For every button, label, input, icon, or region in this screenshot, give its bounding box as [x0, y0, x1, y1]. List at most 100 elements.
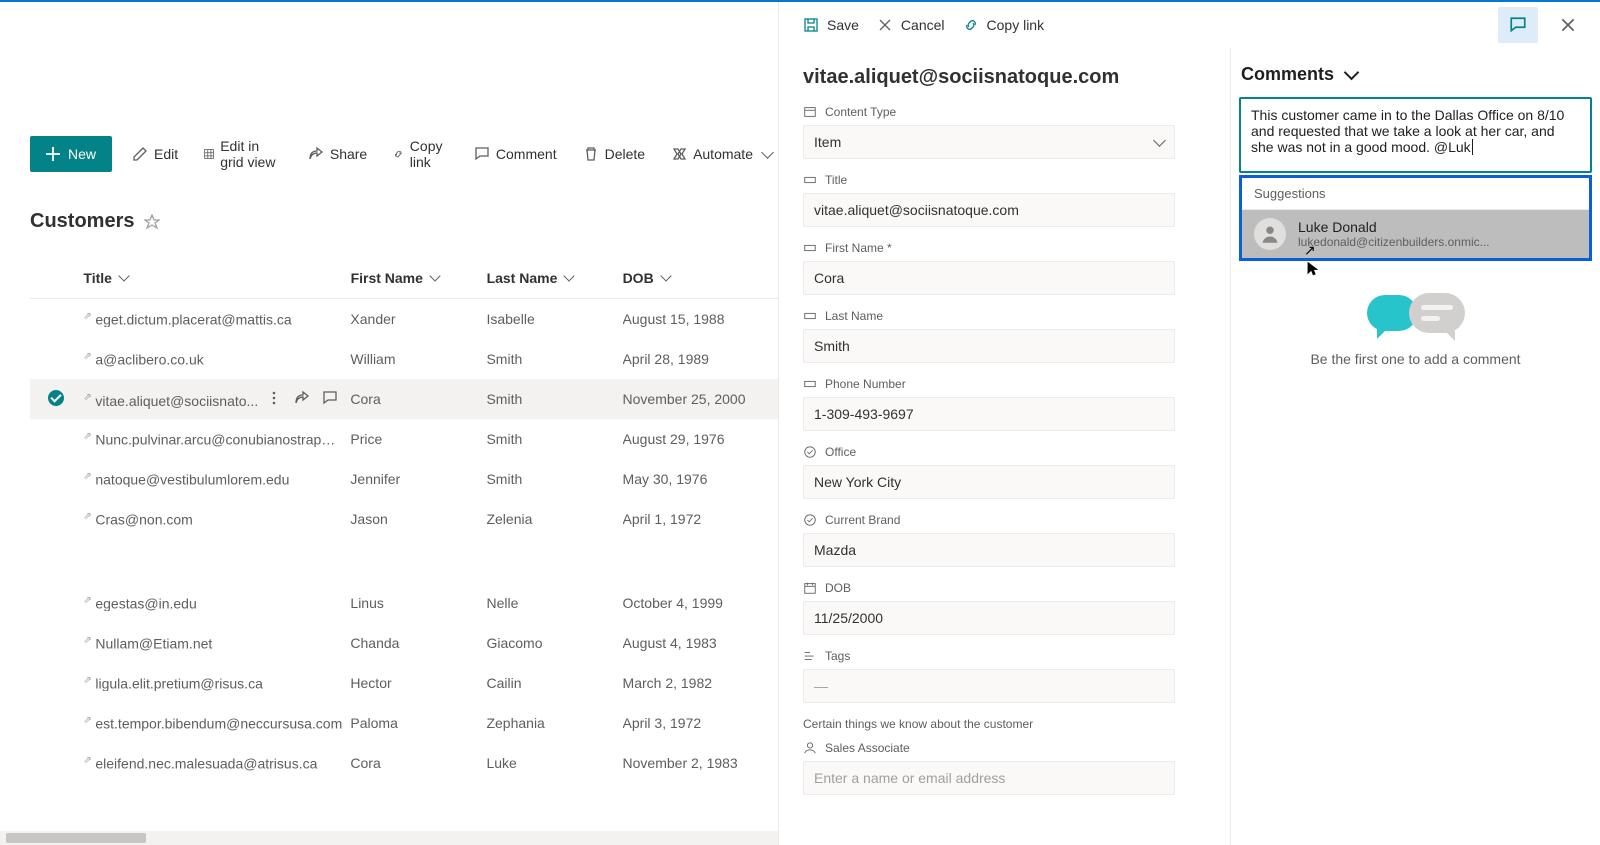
toggle-comments-button[interactable]: [1498, 7, 1538, 43]
row-dob: March 2, 1982: [623, 675, 778, 691]
grid-icon: [204, 146, 214, 162]
first-name-input[interactable]: Cora: [803, 261, 1175, 295]
tags-icon: [803, 649, 817, 663]
table-row[interactable]: ⇗eget.dictum.placerat@mattis.caXanderIsa…: [30, 299, 778, 339]
list-title: Customers: [30, 210, 134, 233]
copy-link-button[interactable]: Copy link: [387, 132, 454, 176]
table-row[interactable]: ⇗egestas@in.eduLinusNelleOctober 4, 1999: [30, 583, 778, 623]
panel-title: vitae.aliquet@sociisnatoque.com: [803, 66, 1196, 89]
table-row[interactable]: ⇗a@aclibero.co.ukWilliamSmithApril 28, 1…: [30, 339, 778, 379]
sales-assoc-input[interactable]: Enter a name or email address: [803, 761, 1175, 795]
more-icon[interactable]: [266, 390, 282, 406]
link-icon: [963, 17, 979, 33]
suggestions-label: Suggestions: [1242, 178, 1589, 210]
row-first-name: Jennifer: [350, 471, 486, 487]
comment-button[interactable]: Comment: [468, 140, 563, 168]
dob-input[interactable]: 11/25/2000: [803, 601, 1175, 635]
last-name-input[interactable]: Smith: [803, 329, 1175, 363]
brand-input[interactable]: Mazda: [803, 533, 1175, 567]
content-type-value: Item: [814, 134, 841, 150]
comments-heading[interactable]: Comments: [1239, 60, 1592, 97]
row-last-name: Smith: [486, 431, 622, 447]
delete-button[interactable]: Delete: [577, 140, 651, 168]
suggestion-item[interactable]: Luke Donald lukedonald@citizenbuilders.o…: [1242, 210, 1589, 258]
new-button[interactable]: New: [30, 136, 112, 172]
row-title: ⇗natoque@vestibulumlorem.edu: [83, 471, 350, 488]
text-icon: [803, 377, 817, 391]
column-header-first-name[interactable]: First Name: [351, 270, 439, 286]
content-type-select[interactable]: Item: [803, 125, 1175, 159]
row-last-name: Smith: [486, 471, 622, 487]
comment-icon: [474, 146, 490, 162]
edit-button[interactable]: Edit: [126, 140, 184, 168]
panel-copy-link-label: Copy link: [987, 17, 1045, 33]
save-button[interactable]: Save: [803, 17, 859, 33]
text-caret: [1472, 139, 1473, 155]
column-header-title[interactable]: Title: [83, 270, 128, 286]
row-title: ⇗vitae.aliquet@sociisnato...: [83, 390, 350, 409]
close-icon: [1559, 16, 1577, 34]
row-first-name: Xander: [350, 311, 486, 327]
table-row[interactable]: ⇗Cras@non.comJasonZeleniaApril 1, 1972: [30, 499, 778, 539]
cancel-label: Cancel: [901, 17, 945, 33]
save-label: Save: [827, 17, 859, 33]
mention-suggestions-popup: Suggestions Luke Donald lukedonald@citiz…: [1239, 175, 1592, 261]
text-icon: [803, 173, 817, 187]
share-button[interactable]: Share: [302, 140, 373, 168]
share-arrow-icon[interactable]: [294, 390, 310, 406]
office-input[interactable]: New York City: [803, 465, 1175, 499]
row-last-name: Zephania: [486, 715, 622, 731]
first-name-value: Cora: [814, 270, 844, 286]
dob-value: 11/25/2000: [814, 610, 883, 626]
row-dob: May 30, 1976: [623, 471, 778, 487]
edit-in-grid-button[interactable]: Edit in grid view: [198, 132, 288, 176]
choice-icon: [803, 445, 817, 459]
link-icon: [393, 146, 404, 162]
row-first-name: William: [350, 351, 486, 367]
row-title: ⇗est.tempor.bibendum@neccursusa.com: [83, 715, 350, 732]
table-row[interactable]: ⇗eleifend.nec.malesuada@atrisus.caCoraLu…: [30, 743, 778, 783]
grid-body[interactable]: ⇗eget.dictum.placerat@mattis.caXanderIsa…: [30, 299, 778, 839]
comment-icon: [1509, 16, 1527, 34]
row-last-name: Smith: [486, 351, 622, 367]
dob-label: DOB: [825, 581, 851, 595]
suggestion-email: lukedonald@citizenbuilders.onmic...: [1298, 235, 1490, 249]
row-first-name: Cora: [350, 391, 486, 407]
panel-copy-link-button[interactable]: Copy link: [963, 17, 1045, 33]
copy-link-label: Copy link: [410, 138, 448, 170]
row-select-checkbox[interactable]: [48, 390, 64, 406]
table-row[interactable]: ⇗vitae.aliquet@sociisnato...CoraSmithNov…: [30, 379, 778, 419]
automate-button[interactable]: Automate: [665, 140, 778, 168]
row-dob: October 4, 1999: [623, 595, 778, 611]
star-icon[interactable]: [144, 214, 160, 230]
title-input[interactable]: vitae.aliquet@sociisnatoque.com: [803, 193, 1175, 227]
comment-label: Comment: [496, 146, 557, 162]
list-title-row: Customers: [30, 210, 160, 233]
table-row[interactable]: ⇗ligula.elit.pretium@risus.caHectorCaili…: [30, 663, 778, 703]
row-title: ⇗Nullam@Etiam.net: [83, 635, 350, 652]
table-row[interactable]: ⇗Nunc.pulvinar.arcu@conubianostraper.edu…: [30, 419, 778, 459]
phone-input[interactable]: 1-309-493-9697: [803, 397, 1175, 431]
table-row[interactable]: ⇗est.tempor.bibendum@neccursusa.comPalom…: [30, 703, 778, 743]
table-row[interactable]: ⇗Nullam@Etiam.netChandaGiacomoAugust 4, …: [30, 623, 778, 663]
column-header-last-name[interactable]: Last Name: [487, 270, 574, 286]
tags-input[interactable]: —: [803, 669, 1175, 703]
calendar-icon: [803, 581, 817, 595]
table-row[interactable]: ⇗natoque@vestibulumlorem.eduJenniferSmit…: [30, 459, 778, 499]
row-first-name: Hector: [350, 675, 486, 691]
field-sales-associate: Sales Associate Enter a name or email ad…: [803, 741, 1196, 795]
row-title: ⇗Cras@non.com: [83, 511, 350, 528]
row-first-name: Linus: [350, 595, 486, 611]
row-dob: November 25, 2000: [623, 391, 778, 407]
cancel-button[interactable]: Cancel: [877, 17, 945, 33]
comment-input[interactable]: This customer came in to the Dallas Offi…: [1239, 97, 1592, 173]
title-value: vitae.aliquet@sociisnatoque.com: [814, 202, 1019, 218]
office-label: Office: [825, 445, 856, 459]
panel-form[interactable]: vitae.aliquet@sociisnatoque.com Content …: [779, 48, 1220, 845]
close-panel-button[interactable]: [1548, 7, 1588, 43]
delete-label: Delete: [605, 146, 645, 162]
comment-icon[interactable]: [322, 390, 338, 406]
column-header-dob[interactable]: DOB: [623, 270, 670, 286]
list-icon: [803, 105, 817, 119]
horizontal-scrollbar[interactable]: [0, 831, 778, 845]
